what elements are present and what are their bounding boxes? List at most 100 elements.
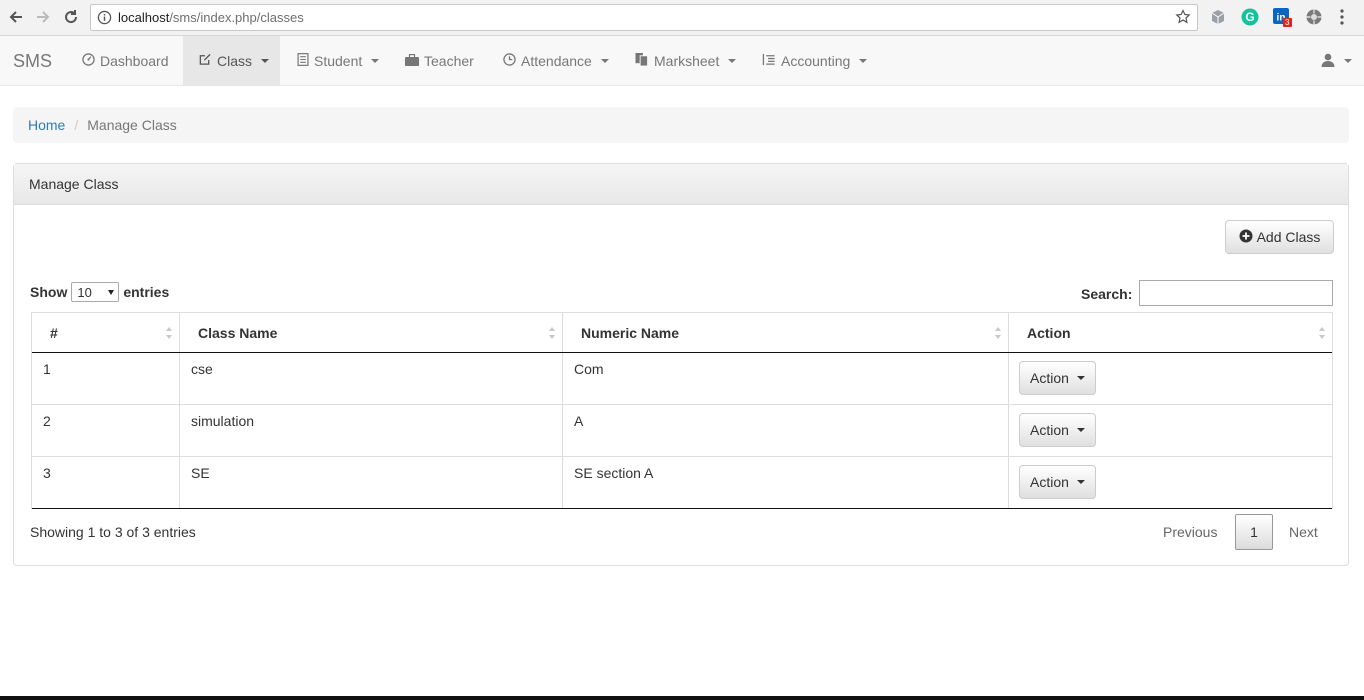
address-bar[interactable]: localhost/sms/index.php/classes — [90, 4, 1198, 31]
extension-gear-icon[interactable] — [1305, 8, 1323, 26]
action-dropdown-button[interactable]: Action — [1019, 465, 1096, 499]
chevron-down-icon — [1344, 59, 1352, 63]
add-class-button[interactable]: Add Class — [1225, 220, 1334, 254]
cell-number: 3 — [32, 457, 180, 508]
plus-circle-icon — [1239, 229, 1253, 246]
next-page-button[interactable]: Next — [1289, 514, 1318, 550]
nav-class-label: Class — [217, 53, 253, 69]
sort-icon — [995, 327, 1001, 339]
cell-action: Action — [1009, 353, 1332, 404]
chevron-down-icon — [859, 59, 868, 63]
column-header-action[interactable]: Action — [1009, 313, 1332, 352]
edit-icon — [198, 53, 212, 69]
page-1-button[interactable]: 1 — [1235, 514, 1273, 550]
forward-arrow-icon[interactable] — [32, 6, 54, 28]
nav-attendance[interactable]: Attendance — [503, 36, 609, 86]
nav-dashboard[interactable]: Dashboard — [82, 36, 169, 86]
chevron-down-icon — [371, 59, 380, 63]
nav-accounting-label: Accounting — [781, 53, 851, 69]
extension-cube-icon[interactable] — [1209, 8, 1227, 26]
show-label: Show — [30, 284, 68, 300]
cell-action: Action — [1009, 457, 1332, 508]
action-dropdown-button[interactable]: Action — [1019, 361, 1096, 395]
nav-student[interactable]: Student — [297, 36, 380, 86]
nav-teacher[interactable]: Teacher — [405, 36, 474, 86]
top-navbar: SMS Dashboard Class Student Teacher Atte… — [0, 36, 1364, 86]
entries-label: entries — [123, 284, 170, 300]
sort-icon — [1319, 327, 1325, 339]
chevron-down-icon — [600, 59, 609, 63]
documents-icon — [635, 53, 649, 69]
nav-attendance-label: Attendance — [521, 53, 592, 69]
chevron-down-icon — [1076, 480, 1085, 484]
linkedin-badge: 3 — [1285, 18, 1290, 27]
action-button-label: Action — [1030, 474, 1069, 490]
sort-icon — [549, 327, 555, 339]
breadcrumb-home-link[interactable]: Home — [28, 117, 65, 133]
table-header-row: # Class Name Numeric Name Action — [32, 312, 1332, 353]
add-class-label: Add Class — [1256, 229, 1321, 245]
table-info: Showing 1 to 3 of 3 entries — [30, 524, 196, 540]
bookmark-star-icon[interactable] — [1175, 9, 1191, 28]
column-header-numeric-name[interactable]: Numeric Name — [563, 313, 1009, 352]
breadcrumb-current: Manage Class — [87, 117, 177, 133]
cell-action: Action — [1009, 405, 1332, 456]
action-dropdown-button[interactable]: Action — [1019, 413, 1096, 447]
column-header-action-label: Action — [1027, 324, 1071, 341]
column-header-class-name[interactable]: Class Name — [180, 313, 563, 352]
nav-marksheet[interactable]: Marksheet — [635, 36, 737, 86]
cell-class-name: cse — [180, 353, 563, 404]
dashboard-icon — [82, 53, 95, 69]
brand-logo[interactable]: SMS — [13, 51, 52, 72]
clock-icon — [503, 53, 516, 69]
manage-class-panel: Manage Class Add Class Show 10 entries S… — [13, 163, 1349, 566]
show-entries: Show 10 entries — [30, 282, 169, 302]
panel-title: Manage Class — [14, 164, 1348, 205]
svg-text:G: G — [1245, 10, 1254, 24]
back-arrow-icon[interactable] — [5, 6, 27, 28]
column-header-numeric-name-label: Numeric Name — [581, 324, 680, 341]
classes-table: # Class Name Numeric Name Action 1 cse C… — [31, 312, 1333, 509]
cell-class-name: SE — [180, 457, 563, 508]
nav-dashboard-label: Dashboard — [100, 53, 169, 69]
user-menu[interactable] — [1321, 36, 1352, 86]
chevron-down-icon — [728, 59, 737, 63]
browser-toolbar: localhost/sms/index.php/classes G in 3 — [0, 0, 1364, 36]
list-icon — [297, 53, 309, 69]
linkedin-icon[interactable]: in 3 — [1273, 8, 1292, 27]
nav-marksheet-label: Marksheet — [654, 53, 720, 69]
cell-number: 2 — [32, 405, 180, 456]
grammarly-icon[interactable]: G — [1241, 8, 1259, 26]
table-row: 1 cse Com Action — [32, 353, 1332, 405]
entries-select[interactable]: 10 — [71, 282, 120, 302]
cell-numeric-name: Com — [563, 353, 1009, 404]
browser-menu-icon[interactable] — [1340, 9, 1346, 27]
url-text: localhost/sms/index.php/classes — [118, 10, 304, 25]
search-input[interactable] — [1139, 280, 1333, 306]
table-row: 2 simulation A Action — [32, 405, 1332, 457]
user-icon — [1321, 53, 1335, 70]
indent-icon — [762, 53, 776, 69]
breadcrumb-separator: / — [74, 117, 79, 133]
chevron-down-icon — [1076, 376, 1085, 380]
breadcrumb: Home / Manage Class — [13, 107, 1349, 143]
cell-numeric-name: A — [563, 405, 1009, 456]
action-button-label: Action — [1030, 422, 1069, 438]
nav-accounting[interactable]: Accounting — [762, 36, 868, 86]
table-row: 3 SE SE section A Action — [32, 457, 1332, 509]
reload-icon[interactable] — [60, 6, 82, 28]
nav-teacher-label: Teacher — [424, 53, 474, 69]
info-icon[interactable] — [97, 10, 112, 28]
chevron-down-icon — [1076, 428, 1085, 432]
window-bottom-edge — [0, 696, 1364, 700]
column-header-number-label: # — [50, 324, 58, 341]
column-header-number[interactable]: # — [32, 313, 180, 352]
chevron-down-icon — [261, 59, 270, 63]
action-button-label: Action — [1030, 370, 1069, 386]
nav-student-label: Student — [314, 53, 363, 69]
previous-page-button[interactable]: Previous — [1163, 514, 1217, 550]
nav-class[interactable]: Class — [183, 36, 280, 86]
select-arrow-icon — [108, 290, 115, 295]
entries-select-value: 10 — [77, 284, 92, 300]
search-label: Search: — [1081, 286, 1133, 302]
